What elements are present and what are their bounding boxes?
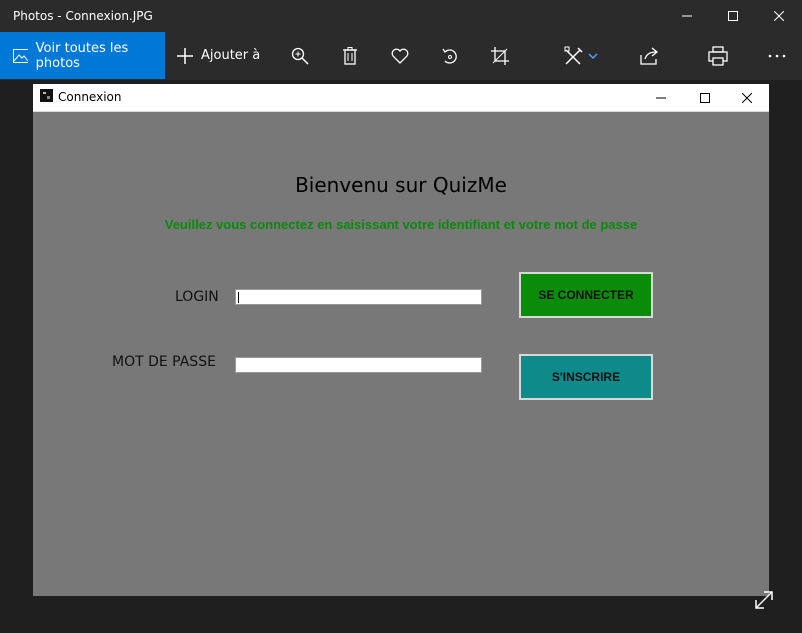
app-title: Photos - Connexion.JPG xyxy=(13,9,153,23)
close-icon xyxy=(742,92,752,103)
close-icon xyxy=(774,11,784,21)
connexion-maximize-button[interactable] xyxy=(683,84,727,111)
connect-button[interactable]: SE CONNECTER xyxy=(519,272,653,318)
all-photos-label: Voir toutes les photos xyxy=(35,40,129,71)
password-label: MOT DE PASSE xyxy=(112,354,216,370)
crop-icon xyxy=(491,46,509,65)
delete-button[interactable] xyxy=(330,32,370,79)
maximize-button[interactable] xyxy=(710,0,756,32)
add-to-button[interactable]: Ajouter à xyxy=(170,32,260,79)
crop-button[interactable] xyxy=(480,32,520,79)
login-label: LOGIN xyxy=(175,289,219,305)
favorite-button[interactable] xyxy=(380,32,420,79)
welcome-heading: Bienvenu sur QuizMe xyxy=(295,173,507,197)
share-icon xyxy=(640,46,659,65)
fullscreen-button[interactable] xyxy=(752,588,776,612)
edit-create-button[interactable] xyxy=(555,32,607,79)
minimize-button[interactable] xyxy=(664,0,710,32)
minimize-icon xyxy=(656,97,666,98)
connexion-window-title: Connexion xyxy=(58,90,122,104)
rotate-button[interactable] xyxy=(430,32,470,79)
close-button[interactable] xyxy=(756,0,802,32)
share-button[interactable] xyxy=(630,32,670,79)
photo-icon xyxy=(13,48,28,63)
plus-icon xyxy=(177,47,193,64)
print-icon xyxy=(708,45,728,66)
app-titlebar: Photos - Connexion.JPG xyxy=(0,0,802,32)
zoom-icon xyxy=(291,47,309,65)
connexion-titlebar: Connexion xyxy=(33,84,769,112)
add-to-label: Ajouter à xyxy=(201,48,261,63)
maximize-icon xyxy=(728,11,738,21)
instructions-text: Veuillez vous connectez en saisissant vo… xyxy=(164,217,638,232)
chevron-down-icon xyxy=(588,52,598,59)
password-input[interactable] xyxy=(235,357,482,373)
more-icon xyxy=(768,54,786,57)
zoom-button[interactable] xyxy=(280,32,320,79)
app-icon xyxy=(40,89,53,102)
connexion-close-button[interactable] xyxy=(725,84,769,111)
heart-icon xyxy=(391,48,409,64)
register-button[interactable]: S'INSCRIRE xyxy=(519,354,653,400)
rotate-icon xyxy=(442,48,457,64)
login-input[interactable] xyxy=(235,289,482,305)
more-button[interactable] xyxy=(757,32,797,79)
edit-icon xyxy=(564,46,583,65)
connexion-window: Connexion Bienvenu sur QuizMe Veuillez v… xyxy=(33,84,769,596)
all-photos-button[interactable]: Voir toutes les photos xyxy=(0,32,165,79)
expand-icon xyxy=(755,591,773,609)
minimize-icon xyxy=(682,15,692,17)
print-button[interactable] xyxy=(698,32,738,79)
maximize-icon xyxy=(700,92,710,103)
connexion-minimize-button[interactable] xyxy=(639,84,683,111)
delete-icon xyxy=(343,46,357,65)
text-caret xyxy=(238,292,239,303)
